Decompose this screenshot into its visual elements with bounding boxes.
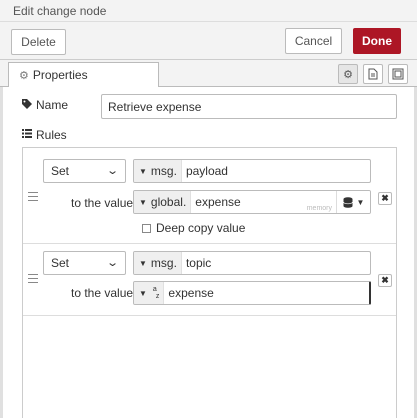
tray-title: Edit change node [13, 4, 107, 18]
cancel-button[interactable]: Cancel [285, 28, 342, 54]
deep-copy-checkbox[interactable]: Deep copy value [142, 221, 245, 235]
context-store-hint: memory [306, 205, 332, 212]
tab-properties[interactable]: ⚙ Properties [8, 62, 159, 88]
chevron-down-icon: ⌄ [105, 165, 119, 177]
property-type-label: msg. [150, 164, 177, 178]
caret-down-icon: ▼ [139, 258, 147, 268]
remove-rule-button[interactable]: ✖ [378, 192, 392, 205]
name-label-text: Name [36, 98, 69, 112]
properties-panel: Name Retrieve expense Rules Set ⌄ ▼ msg.… [0, 87, 417, 418]
rules-label: Rules [22, 128, 67, 142]
property-typed-input[interactable]: ▼ msg. topic [133, 251, 371, 275]
action-select[interactable]: Set ⌄ [43, 251, 126, 275]
delete-button[interactable]: Delete [11, 29, 66, 55]
string-type-icon: az [153, 286, 160, 300]
to-the-value-label: to the value [71, 286, 134, 300]
close-icon: ✖ [381, 275, 389, 285]
tag-icon [22, 98, 32, 112]
gear-icon: ⚙ [19, 69, 29, 82]
value-input[interactable]: expense [191, 195, 240, 209]
value-typed-input[interactable]: ▼ az expense [133, 281, 371, 305]
list-icon [22, 129, 32, 141]
done-button[interactable]: Done [353, 28, 401, 54]
property-type-select[interactable]: ▼ msg. [134, 160, 182, 182]
action-select-value: Set [51, 164, 70, 178]
appearance-icon[interactable] [388, 64, 408, 84]
caret-down-icon: ▼ [356, 197, 365, 207]
value-typed-input[interactable]: ▼ global. expense memory ▼ [133, 190, 371, 214]
caret-down-icon: ▼ [139, 166, 147, 176]
rule-item: Set ⌄ ▼ msg. payload to the value ▼ glob… [23, 148, 396, 244]
tab-bar: ⚙ Properties ⚙ [0, 60, 417, 88]
value-input[interactable]: expense [164, 286, 213, 300]
rules-label-text: Rules [36, 128, 67, 142]
to-the-value-label: to the value [71, 196, 134, 210]
action-select[interactable]: Set ⌄ [43, 159, 126, 183]
close-icon: ✖ [381, 193, 389, 203]
property-value[interactable]: payload [182, 164, 228, 178]
deep-copy-label: Deep copy value [156, 221, 246, 235]
string-type-icon-z: z [155, 293, 160, 300]
caret-down-icon: ▼ [139, 197, 147, 207]
name-label: Name [22, 98, 68, 112]
action-select-value: Set [51, 256, 70, 270]
context-store-button[interactable]: ▼ [336, 191, 370, 213]
property-value[interactable]: topic [182, 256, 211, 270]
property-type-label: msg. [150, 256, 177, 270]
value-type-select[interactable]: ▼ az [134, 282, 165, 304]
tray-header: Edit change node [0, 0, 417, 22]
caret-down-icon: ▼ [139, 288, 147, 298]
tab-properties-label: Properties [32, 68, 88, 82]
tray-toolbar: Delete Cancel Done [0, 22, 417, 60]
rules-list: Set ⌄ ▼ msg. payload to the value ▼ glob… [22, 147, 397, 418]
value-type-select[interactable]: ▼ global. [134, 191, 192, 213]
chevron-down-icon: ⌄ [105, 257, 119, 269]
string-type-icon-a: a [152, 286, 157, 293]
gear-icon[interactable]: ⚙ [338, 64, 358, 84]
remove-rule-button[interactable]: ✖ [378, 274, 392, 287]
property-type-select[interactable]: ▼ msg. [134, 252, 182, 274]
rule-item: Set ⌄ ▼ msg. topic to the value ▼ az exp… [23, 244, 396, 316]
property-typed-input[interactable]: ▼ msg. payload [133, 159, 371, 183]
database-icon [342, 196, 353, 208]
left-edge [0, 87, 3, 418]
drag-handle-icon[interactable] [28, 274, 38, 283]
name-input[interactable]: Retrieve expense [101, 94, 397, 119]
drag-handle-icon[interactable] [28, 192, 38, 201]
value-type-label: global. [150, 195, 187, 209]
description-icon[interactable] [363, 64, 383, 84]
checkbox-box[interactable] [142, 223, 151, 233]
